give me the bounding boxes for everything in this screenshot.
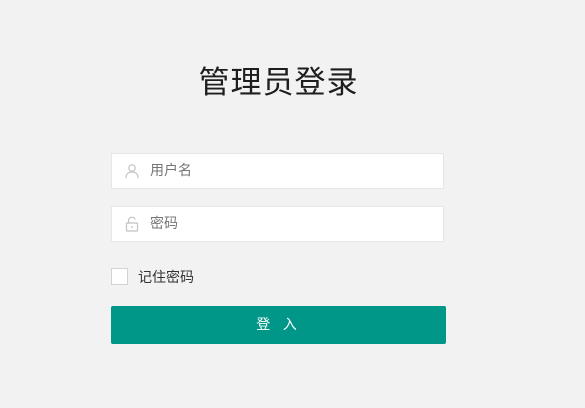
- username-input[interactable]: [150, 154, 435, 188]
- username-field[interactable]: [111, 153, 444, 189]
- remember-password-option[interactable]: 记住密码: [111, 267, 194, 286]
- page-title: 管理员登录: [198, 65, 359, 101]
- user-icon: [124, 163, 140, 179]
- password-field[interactable]: [111, 206, 444, 242]
- login-button[interactable]: 登 入: [111, 306, 446, 344]
- lock-icon: [124, 216, 140, 232]
- remember-label: 记住密码: [138, 269, 194, 286]
- password-input[interactable]: [150, 207, 435, 241]
- remember-checkbox[interactable]: [111, 268, 128, 285]
